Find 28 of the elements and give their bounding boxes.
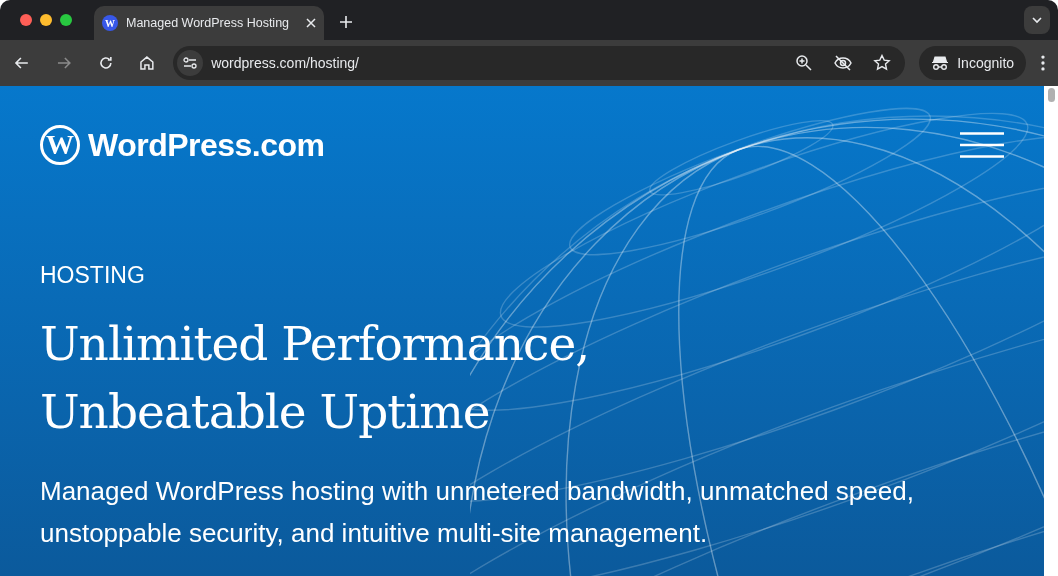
close-window-button[interactable] [20,14,32,26]
headline-line: Unlimited Performance, [40,315,590,373]
scrollbar[interactable] [1044,86,1058,576]
sliders-icon [183,57,198,69]
site-info-button[interactable] [177,50,204,76]
tab-title: Managed WordPress Hosting [126,14,291,32]
tab-search-button[interactable] [1024,6,1050,34]
url-text: wordpress.com/hosting/ [211,53,360,73]
description-text: Managed WordPress hosting with unmetered bandwidth, unmatched speed, unstoppable security, and intuitive multi-site management. [40,475,915,550]
menu-icon[interactable] [960,132,1004,158]
close-tab-icon[interactable] [306,18,316,28]
section-label: HOSTING [40,261,146,290]
more-menu-icon[interactable] [1040,54,1046,72]
incognito-button[interactable]: Incognito [919,46,1027,80]
headline-line: Unbeatable Uptime [40,383,490,441]
incognito-icon [931,55,950,71]
chevron-down-icon [1031,16,1043,24]
star-icon[interactable] [873,54,892,72]
logo-text[interactable]: WordPress.com [88,121,325,169]
browser-tab[interactable]: W Managed WordPress Hosting [94,6,324,40]
maximize-window-button[interactable] [60,14,72,26]
plus-icon [339,15,353,29]
eye-slash-icon[interactable] [833,54,854,72]
favicon-icon: W [102,15,118,31]
address-bar[interactable]: wordpress.com/hosting/ [173,46,906,80]
zoom-icon[interactable] [795,54,814,72]
minimize-window-button[interactable] [40,14,52,26]
logo-icon[interactable]: W [40,125,80,165]
